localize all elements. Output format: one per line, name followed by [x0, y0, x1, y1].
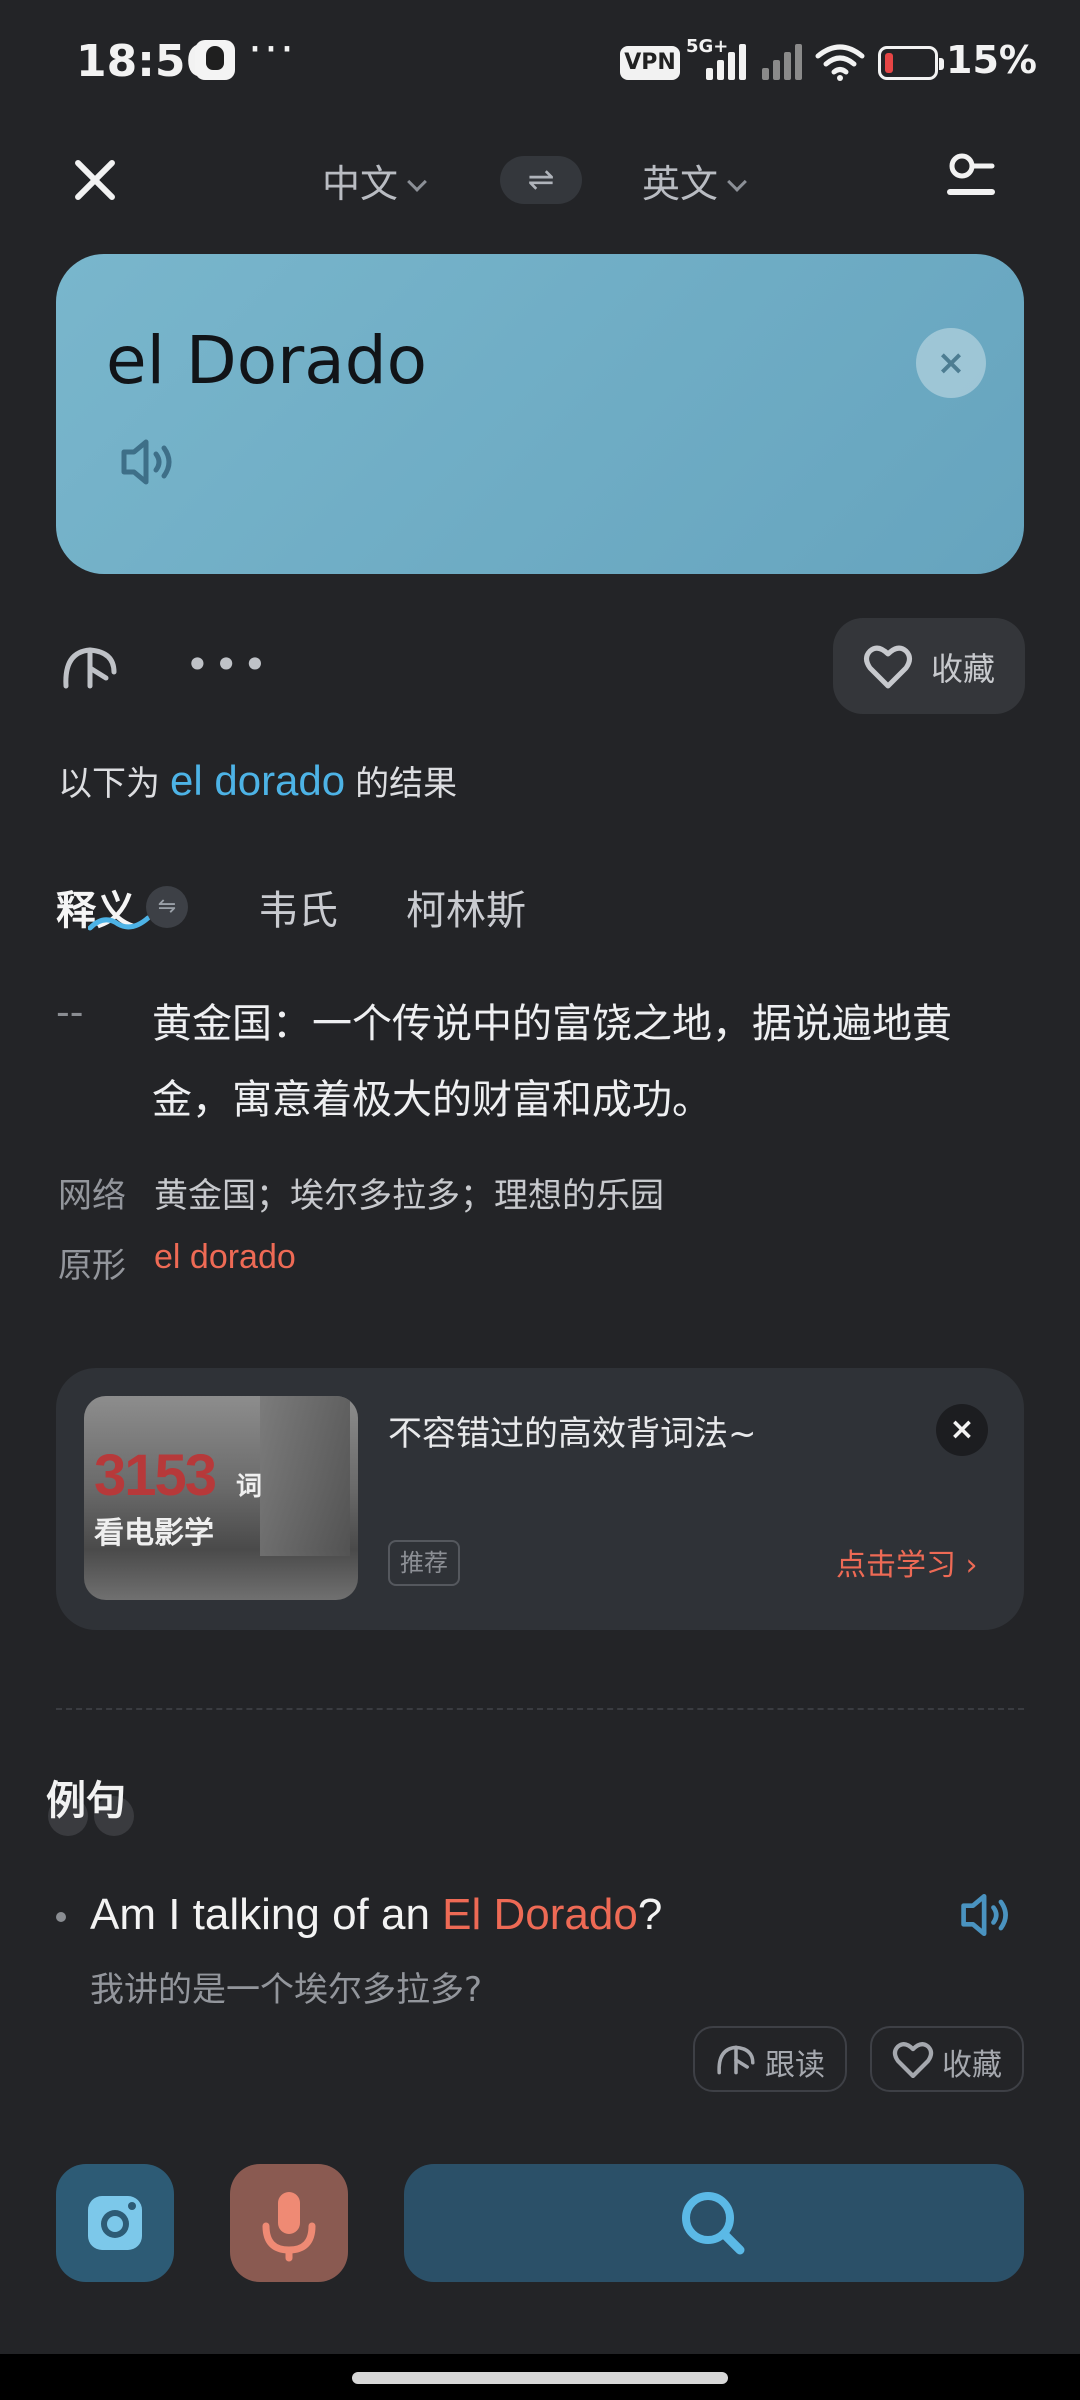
clear-query-button[interactable]: ×	[916, 328, 986, 398]
query-card: el Dorado ×	[56, 254, 1024, 574]
signal-icon	[704, 44, 750, 80]
camera-button[interactable]	[56, 2164, 174, 2282]
wifi-icon	[815, 44, 865, 81]
example-sentence-en: Am I talking of an El Dorado?	[90, 1890, 662, 1940]
vpn-badge: VPN	[620, 46, 680, 80]
search-icon	[682, 2192, 745, 2255]
mic-icon	[262, 2192, 316, 2262]
chevron-down-icon	[407, 172, 427, 192]
heart-icon	[864, 645, 912, 689]
target-language-label: 英文	[642, 162, 719, 206]
heart-icon	[892, 2042, 934, 2079]
result-suffix: 的结果	[355, 764, 458, 804]
query-text[interactable]: el Dorado	[106, 322, 427, 399]
follow-read-button[interactable]: 跟读	[693, 2026, 847, 2092]
status-more-dots: ···	[248, 24, 296, 75]
example-highlight: El Dorado	[442, 1890, 638, 1939]
example-speaker-icon[interactable]	[958, 1892, 1014, 1938]
favorite-button[interactable]: 收藏	[833, 618, 1025, 714]
follow-read-label: 跟读	[765, 2048, 825, 2083]
promo-title: 不容错过的高效背词法~	[388, 1414, 757, 1454]
camera-icon	[88, 2196, 142, 2250]
network-label: 网络	[58, 1176, 126, 1216]
speaker-icon[interactable]	[118, 438, 178, 486]
network-definition-row: 网络 黄金国；埃尔多拉多；理想的乐园	[58, 1168, 1018, 1218]
promo-close-button[interactable]: ×	[936, 1404, 988, 1456]
search-button[interactable]	[404, 2164, 1024, 2282]
result-keyword[interactable]: el dorado	[160, 757, 355, 804]
home-indicator[interactable]	[352, 2372, 728, 2384]
battery-icon	[878, 46, 944, 80]
example-favorite-label: 收藏	[942, 2048, 1002, 2083]
promo-learn-link[interactable]: 点击学习 ›	[836, 1540, 978, 1584]
examples-heading: 例句	[46, 1778, 126, 1824]
promo-thumbnail: 3153 词 看电影学	[84, 1396, 358, 1600]
tab-collins[interactable]: 柯林斯	[406, 878, 526, 936]
lemma-label: 原形	[58, 1246, 126, 1286]
result-prefix: 以下为	[58, 764, 160, 804]
chevron-down-icon	[727, 172, 747, 192]
result-line: 以下为 el dorado 的结果	[58, 756, 457, 805]
battery-percent: 15%	[946, 38, 1037, 82]
close-icon[interactable]	[70, 155, 120, 205]
target-language-select[interactable]: 英文	[642, 153, 747, 208]
example-en-end: ?	[637, 1890, 663, 1939]
more-icon[interactable]: •••	[185, 640, 271, 689]
tab-webster[interactable]: 韦氏	[258, 878, 338, 936]
thumbnail-building	[260, 1396, 350, 1556]
source-language-label: 中文	[322, 162, 399, 206]
definition-pos: --	[56, 990, 84, 1034]
voice-input-button[interactable]	[230, 2164, 348, 2282]
favorite-label: 收藏	[931, 650, 996, 688]
divider	[56, 1708, 1024, 1710]
example-en-part: Am I talking of an	[90, 1890, 443, 1939]
promo-tag: 推荐	[388, 1540, 460, 1586]
thumbnail-number: 3153	[94, 1443, 217, 1508]
active-tab-underline	[88, 915, 150, 931]
lemma-row: 原形 el dorado	[58, 1238, 1018, 1288]
example-sentence-cn: 我讲的是一个埃尔多拉多?	[90, 1970, 483, 2010]
lemma-link[interactable]: el dorado	[154, 1238, 296, 1277]
thumbnail-subtitle: 看电影学	[94, 1516, 214, 1551]
swap-languages-button[interactable]: ⇌	[500, 156, 582, 204]
tab-swap-icon[interactable]: ⇋	[146, 886, 188, 928]
thumbnail-ci: 词	[236, 1472, 263, 1502]
tool-icon[interactable]	[60, 642, 120, 694]
status-bar: 18:56 ··· VPN 5G+ 15%	[0, 0, 1080, 130]
signal-icon-secondary	[760, 44, 806, 80]
follow-read-icon	[717, 2045, 755, 2075]
example-favorite-button[interactable]: 收藏	[870, 2026, 1024, 2092]
example-bullet	[56, 1912, 66, 1922]
definition-text: 黄金国：一个传说中的富饶之地，据说遍地黄金，寓意着极大的财富和成功。	[152, 1001, 952, 1123]
source-language-select[interactable]: 中文	[322, 153, 427, 208]
qq-notification-icon	[195, 40, 235, 80]
promo-card[interactable]: 3153 词 看电影学 不容错过的高效背词法~ 推荐 点击学习 › ×	[56, 1368, 1024, 1630]
network-value: 黄金国；埃尔多拉多；理想的乐园	[154, 1176, 664, 1216]
settings-icon[interactable]	[946, 152, 996, 204]
